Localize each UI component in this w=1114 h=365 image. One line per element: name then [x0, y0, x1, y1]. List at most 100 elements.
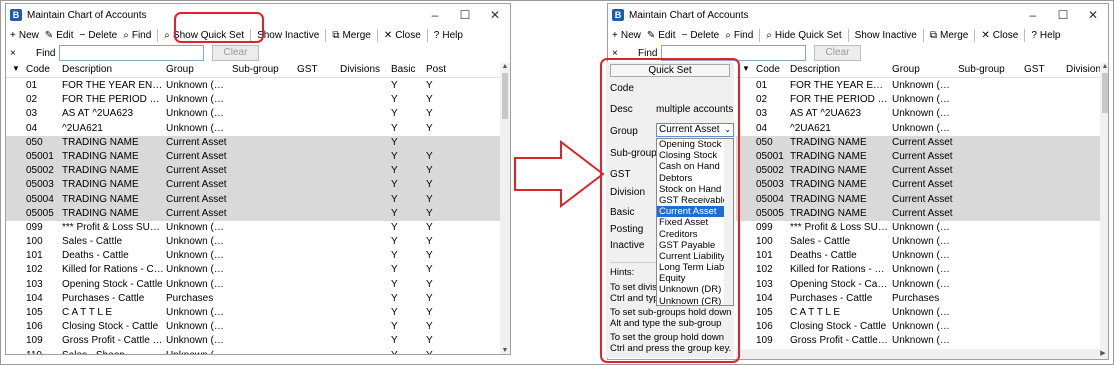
minimize-icon[interactable]: – — [1018, 8, 1048, 22]
merge-button[interactable]: ⧉ Merge — [930, 27, 969, 43]
show-inactive-button[interactable]: Show Inactive — [855, 27, 917, 43]
scroll-thumb[interactable] — [1102, 73, 1108, 113]
column-header[interactable]: Sub-group — [958, 64, 1005, 75]
table-row[interactable]: 101 Deaths - Cattle Unknown (DR) — [736, 249, 1100, 263]
table-row[interactable]: 05001 TRADING NAME Current Asset Y Y — [6, 149, 500, 165]
vertical-scrollbar[interactable]: ▲ — [1100, 63, 1108, 349]
table-row[interactable]: 01 FOR THE YEAR ENDED...Unknown (DR) — [736, 79, 1100, 93]
table-row[interactable]: 02 FOR THE PERIOD END...Unknown (DR) Y Y — [6, 93, 500, 107]
merge-label: Merge — [940, 29, 969, 41]
horizontal-scrollbar[interactable]: ▶ — [736, 349, 1108, 359]
column-header[interactable]: Basic — [391, 64, 415, 75]
table-row[interactable]: 106 Closing Stock - Cattle Unknown (DR) — [736, 320, 1100, 334]
find-input[interactable] — [59, 45, 204, 61]
table-row[interactable]: 102 Killed for Rations - Ca... Unknown (DR… — [736, 263, 1100, 277]
table-row[interactable]: 05004 TRADING NAME Current Asset — [736, 192, 1100, 207]
table-row[interactable]: 110Sales - SheepUnknown (DR) YY — [6, 349, 500, 354]
column-header[interactable]: GST — [297, 64, 318, 75]
sort-indicator-icon[interactable]: ▼ — [742, 64, 750, 73]
table-row[interactable]: 101 Deaths - Cattle Unknown (DR) Y Y — [6, 249, 500, 263]
table-row[interactable]: 099 *** Profit & Loss SUSP... Unknown (DR)… — [6, 221, 500, 235]
table-row[interactable]: 109 Gross Profit - Cattle Tr... Unknown (D… — [6, 334, 500, 348]
scroll-up-icon[interactable]: ▲ — [500, 63, 510, 70]
show-inactive-button[interactable]: Show Inactive — [257, 27, 319, 43]
help-button[interactable]: ? Help — [1031, 27, 1060, 43]
delete-button[interactable]: − Delete — [79, 27, 117, 43]
column-header[interactable]: Group — [166, 64, 194, 75]
edit-button[interactable]: ✎ Edit — [647, 27, 676, 43]
maximize-icon[interactable]: ☐ — [450, 8, 480, 22]
close-button[interactable]: ✕ Close — [981, 27, 1018, 43]
column-header[interactable]: Group — [892, 64, 920, 75]
table-row[interactable]: 104 Purchases - Cattle Purchases — [736, 292, 1100, 306]
column-header[interactable]: GST — [1024, 64, 1045, 75]
table-row[interactable]: 05001 TRADING NAME Current Asset — [736, 149, 1100, 165]
table-row[interactable]: 100 Sales - Cattle Unknown (DR) Y Y — [6, 235, 500, 249]
column-header[interactable]: Description — [62, 64, 112, 75]
table-row[interactable]: 105 C A T T L E Unknown (DR) Y Y — [6, 306, 500, 320]
merge-button[interactable]: ⧉ Merge — [332, 27, 371, 43]
table-row[interactable]: 104 Purchases - Cattle Purchases Y Y — [6, 292, 500, 306]
table-row[interactable]: 03 AS AT ^2UA623 Unknown (DR) — [736, 107, 1100, 121]
table-row[interactable]: 05002 TRADING NAME Current Asset Y Y — [6, 164, 500, 179]
new-button[interactable]: + New — [10, 27, 39, 43]
cell-desc: TRADING NAME — [62, 179, 139, 191]
table-row[interactable]: 100 Sales - Cattle Unknown (DR) — [736, 235, 1100, 249]
table-row[interactable]: 05003 TRADING NAME Current Asset Y Y — [6, 178, 500, 193]
toolbar-separator — [426, 28, 428, 42]
hide-quick-set-button[interactable]: ⌕ Hide Quick Set — [766, 27, 841, 43]
table-row[interactable]: 02 FOR THE PERIOD END...Unknown (DR) — [736, 93, 1100, 107]
close-icon: ✕ — [383, 29, 393, 41]
column-header[interactable]: Post — [426, 64, 446, 75]
table-row[interactable]: 05003 TRADING NAME Current Asset — [736, 178, 1100, 193]
column-header[interactable]: Code — [756, 64, 780, 75]
scroll-right-icon[interactable]: ▶ — [1098, 349, 1108, 357]
table-row[interactable]: 05005 TRADING NAME Current Asset Y Y — [6, 206, 500, 221]
table-row[interactable]: 05002 TRADING NAME Current Asset — [736, 164, 1100, 179]
table-row[interactable]: 103 Opening Stock - Cattle Unknown (DR) Y Y — [6, 278, 500, 292]
column-header[interactable]: Sub-group — [232, 64, 279, 75]
table-row[interactable]: 106 Closing Stock - Cattle Unknown (DR) Y Y — [6, 320, 500, 334]
cell-basic: Y — [391, 236, 398, 248]
cell-desc: TRADING NAME — [790, 150, 867, 162]
vertical-scrollbar[interactable]: ▲ ▼ — [500, 63, 510, 354]
table-row[interactable]: 03 AS AT ^2UA623 Unknown (DR) Y Y — [6, 107, 500, 121]
table-row[interactable]: 103 Opening Stock - Cattle Unknown (DR) — [736, 278, 1100, 292]
table-row[interactable]: 050 TRADING NAME Current Asset — [736, 135, 1100, 150]
column-header[interactable]: Code — [26, 64, 50, 75]
column-header[interactable]: Description — [790, 64, 840, 75]
help-button[interactable]: ? Help — [434, 27, 463, 43]
scroll-up-icon[interactable]: ▲ — [1100, 63, 1108, 70]
find-close-icon[interactable]: × — [612, 48, 626, 59]
scroll-thumb[interactable] — [502, 73, 508, 119]
find-button[interactable]: ⌕ Find — [725, 27, 753, 43]
table-row[interactable]: 05004 TRADING NAME Current Asset Y Y — [6, 192, 500, 207]
table-row[interactable]: 099 *** Profit & Loss SUSP... Unknown (DR) — [736, 221, 1100, 235]
delete-button[interactable]: − Delete — [681, 27, 719, 43]
table-row[interactable]: 109 Gross Profit - Cattle Tr... Unknown (D… — [736, 334, 1100, 348]
clear-button[interactable]: Clear — [212, 45, 259, 61]
new-button[interactable]: + New — [612, 27, 641, 43]
close-window-icon[interactable]: ✕ — [1078, 8, 1108, 22]
table-row[interactable]: 05005 TRADING NAME Current Asset — [736, 206, 1100, 221]
table-row[interactable]: 102 Killed for Rations - Ca... Unknown (DR… — [6, 263, 500, 277]
find-button[interactable]: ⌕ Find — [123, 27, 151, 43]
table-row[interactable]: 01 FOR THE YEAR ENDED...Unknown (DR) Y Y — [6, 79, 500, 93]
column-header[interactable]: Divisions — [340, 64, 380, 75]
maximize-icon[interactable]: ☐ — [1048, 8, 1078, 22]
show-inactive-label: Show Inactive — [257, 29, 320, 41]
table-row[interactable]: 050 TRADING NAME Current Asset Y — [6, 135, 500, 150]
clear-button[interactable]: Clear — [814, 45, 861, 61]
sort-indicator-icon[interactable]: ▼ — [12, 64, 20, 73]
table-row[interactable]: 04 ^2UA621 Unknown (DR) — [736, 122, 1100, 136]
find-close-icon[interactable]: × — [10, 48, 24, 59]
column-header[interactable]: Division — [1066, 64, 1101, 75]
table-row[interactable]: 04 ^2UA621 Unknown (DR) Y Y — [6, 122, 500, 136]
minimize-icon[interactable]: – — [420, 8, 450, 22]
scroll-down-icon[interactable]: ▼ — [500, 347, 510, 354]
close-window-icon[interactable]: ✕ — [480, 8, 510, 22]
table-row[interactable]: 105 C A T T L E Unknown (DR) — [736, 306, 1100, 320]
close-button[interactable]: ✕ Close — [384, 27, 421, 43]
edit-button[interactable]: ✎ Edit — [45, 27, 74, 43]
cell-desc: Killed for Rations - Ca... — [62, 264, 164, 276]
